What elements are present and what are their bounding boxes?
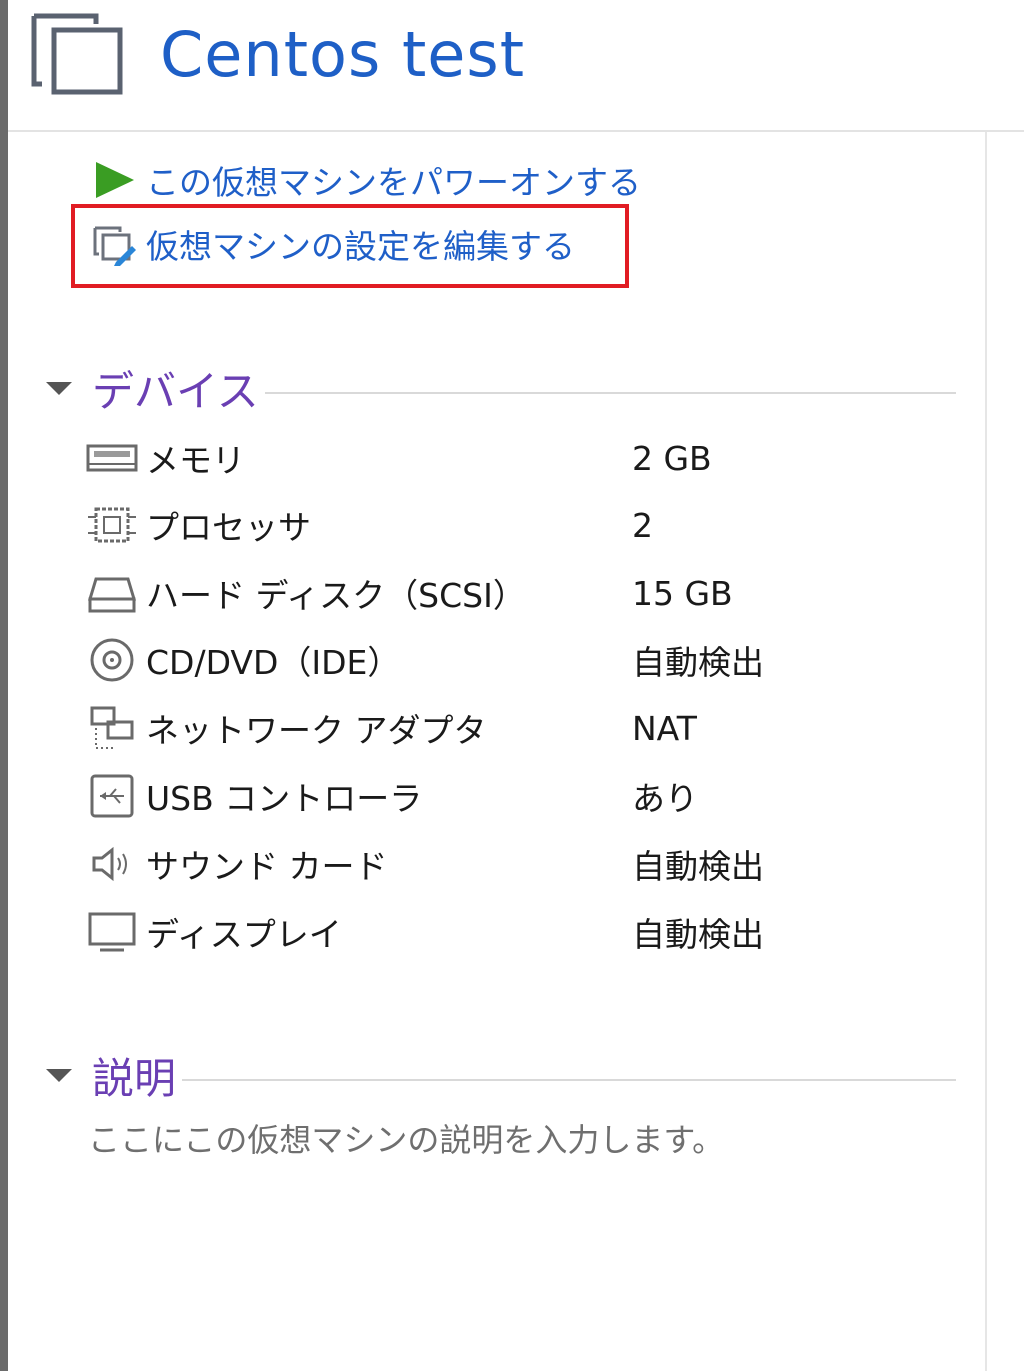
device-row-sound-card[interactable]: サウンド カード 自動検出: [86, 836, 886, 892]
device-name: ディスプレイ: [146, 915, 342, 954]
description-section-title: 説明: [92, 1053, 177, 1103]
device-row-cd-dvd[interactable]: CD/DVD（IDE） 自動検出: [86, 632, 886, 688]
page-title: Centos test: [160, 18, 526, 91]
device-name: ハード ディスク（SCSI）: [146, 576, 526, 615]
window-left-border: [0, 0, 8, 1371]
device-name: CD/DVD（IDE）: [146, 643, 401, 682]
device-value: NAT: [632, 708, 697, 748]
device-row-memory[interactable]: メモリ 2 GB: [86, 430, 886, 486]
device-value: 2 GB: [632, 438, 712, 478]
network-adapter-icon: [90, 706, 134, 749]
processor-icon: [88, 507, 136, 543]
device-value: 2: [632, 505, 653, 545]
device-name: サウンド カード: [146, 847, 388, 886]
description-placeholder[interactable]: ここにこの仮想マシンの説明を入力します。: [88, 1115, 724, 1161]
device-name: ネットワーク アダプタ: [146, 711, 487, 750]
memory-icon: [86, 444, 138, 472]
device-value: 15 GB: [632, 573, 733, 613]
device-name: メモリ: [146, 441, 245, 480]
panel-divider: [985, 132, 987, 1371]
section-divider: [182, 1079, 956, 1081]
caret-down-icon: [46, 1069, 72, 1082]
caret-down-icon: [46, 382, 72, 395]
power-on-link[interactable]: この仮想マシンをパワーオンする: [92, 158, 641, 202]
description-section-header[interactable]: 説明: [44, 1045, 956, 1105]
device-row-display[interactable]: ディスプレイ 自動検出: [86, 904, 886, 960]
power-on-label: この仮想マシンをパワーオンする: [146, 163, 641, 202]
device-row-processor[interactable]: プロセッサ 2: [86, 497, 886, 553]
device-row-network-adapter[interactable]: ネットワーク アダプタ NAT: [86, 700, 886, 756]
play-icon: [96, 162, 134, 198]
vm-window-icon: [31, 13, 123, 95]
device-row-hard-disk[interactable]: ハード ディスク（SCSI） 15 GB: [86, 565, 886, 621]
device-value: あり: [632, 779, 698, 818]
device-name: プロセッサ: [146, 508, 311, 547]
cd-dvd-icon: [90, 638, 134, 682]
usb-icon: [90, 774, 134, 818]
header-separator: [8, 130, 1024, 132]
section-divider: [264, 392, 956, 394]
hard-disk-icon: [87, 577, 137, 613]
device-value: 自動検出: [632, 915, 764, 954]
highlight-box: [71, 204, 629, 288]
device-row-usb[interactable]: USB コントローラ あり: [86, 768, 886, 824]
speaker-icon: [92, 846, 127, 882]
devices-section-header[interactable]: デバイス: [44, 358, 956, 418]
device-value: 自動検出: [632, 643, 764, 682]
devices-section-title: デバイス: [92, 366, 259, 416]
device-value: 自動検出: [632, 847, 764, 886]
display-icon: [88, 912, 136, 952]
device-name: USB コントローラ: [146, 779, 423, 818]
